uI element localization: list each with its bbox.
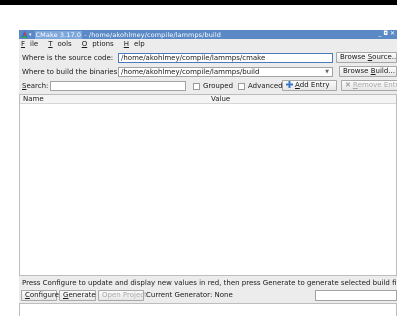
desktop-top-bar [0,0,397,5]
grouped-label: Grouped [203,82,234,90]
menu-help[interactable]: Help [124,40,150,48]
advanced-checkbox[interactable]: Advanced [238,82,283,90]
menu-bar: File Tools Options Help [19,39,155,49]
chevron-down-icon[interactable]: ▼ [325,68,329,76]
build-label: Where to build the binaries: [22,67,120,76]
cmake-triangle-icon [20,31,28,39]
x-icon: ✖ [345,81,351,89]
browse-source-button[interactable]: Browse Source... [336,52,397,63]
source-path-input[interactable]: /home/akohlmey/compile/lammps/cmake [118,52,333,63]
window-controls[interactable]: _ ◘ ✕ [378,30,395,37]
source-label: Where is the source code: [22,53,114,62]
menu-file[interactable]: File [21,40,43,48]
current-generator-label: Current Generator: None [146,291,233,299]
table-header: Name Value [20,95,396,104]
cmake-window: ▾ CMake 3.17.0 - /home/akohlmey/compile/… [19,30,397,316]
title-bar[interactable]: ▾ CMake 3.17.0 - /home/akohlmey/compile/… [19,30,397,39]
search-row: Search: Grouped Advanced Add Entry ✖ Rem… [19,80,397,91]
advanced-label: Advanced [248,82,283,90]
grouped-checkbox[interactable]: Grouped [193,82,233,90]
action-row: Configure Generate Open Project Current … [19,290,397,301]
build-path-value: /home/akohlmey/compile/lammps/build [121,67,260,76]
output-log[interactable] [19,303,397,316]
advanced-checkbox-box[interactable] [238,82,245,90]
output-search-input[interactable] [315,290,397,301]
plus-icon [286,80,293,91]
configure-button[interactable]: Configure [21,290,59,301]
open-project-button[interactable]: Open Project [98,290,147,301]
search-input[interactable] [50,80,186,91]
grouped-checkbox-box[interactable] [193,82,200,90]
remove-entry-button[interactable]: ✖ Remove Entry [341,80,397,91]
menu-options[interactable]: Options [82,40,119,48]
build-path-combo[interactable]: /home/akohlmey/compile/lammps/build ▼ [118,66,333,77]
add-entry-button[interactable]: Add Entry [282,80,337,91]
column-header-name[interactable]: Name [23,95,44,104]
search-label: Search: [22,81,49,90]
source-row: Where is the source code: /home/akohlmey… [19,52,397,63]
menu-tools[interactable]: Tools [48,40,76,48]
window-title: CMake 3.17.0 - /home/akohlmey/compile/la… [34,30,221,39]
build-row: Where to build the binaries: /home/akohl… [19,66,397,77]
cache-table[interactable]: Name Value [19,94,397,276]
generate-button[interactable]: Generate [59,290,96,301]
window-menu-icon[interactable]: ▾ [29,32,32,38]
browse-build-button[interactable]: Browse Build... [339,66,397,77]
column-header-value[interactable]: Value [211,95,230,104]
status-message: Press Configure to update and display ne… [22,279,397,287]
